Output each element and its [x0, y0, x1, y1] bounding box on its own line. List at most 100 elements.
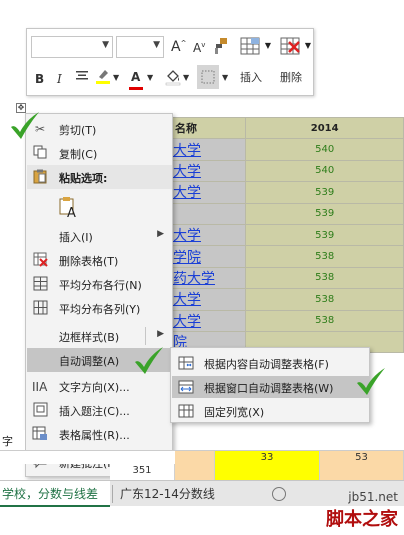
- excel-cell[interactable]: 33: [215, 451, 320, 465]
- submenu-item-autofit-window[interactable]: 根据窗口自动调整表格(W): [172, 376, 369, 398]
- value-cell[interactable]: 539: [245, 181, 404, 204]
- autofit-contents-icon: [178, 355, 194, 371]
- header-name-cell[interactable]: 名称: [159, 116, 247, 140]
- menu-item-copy[interactable]: 复制(C): [27, 141, 172, 165]
- chevron-down-icon[interactable]: ▼: [113, 73, 119, 82]
- bold-button[interactable]: B: [35, 72, 44, 86]
- autofit-submenu: 根据内容自动调整表格(F) 根据窗口自动调整表格(W) 固定列宽(X): [170, 347, 370, 423]
- name-cell[interactable]: 学院: [159, 245, 247, 268]
- font-color-button[interactable]: A: [131, 70, 140, 84]
- svg-text:IIA: IIA: [32, 380, 48, 394]
- delete-button[interactable]: ▼ 删除: [273, 33, 311, 93]
- menu-item-label: 插入(I): [59, 231, 93, 244]
- svg-text:A: A: [67, 206, 76, 218]
- table-row: 大学 539: [159, 181, 404, 204]
- submenu-arrow-icon: ▶: [157, 329, 164, 339]
- menu-item-delete-table[interactable]: 删除表格(T): [27, 248, 172, 272]
- grow-font-button[interactable]: A^: [171, 39, 186, 55]
- word-tab-fragment[interactable]: 字: [0, 430, 25, 450]
- chevron-down-icon[interactable]: ▼: [147, 73, 153, 82]
- table-row: 药大学 538: [159, 266, 404, 290]
- excel-cell[interactable]: [175, 464, 215, 480]
- fixed-column-width-icon: [178, 403, 194, 419]
- distribute-rows-icon: [32, 276, 48, 292]
- name-cell[interactable]: [159, 202, 247, 225]
- sheet-tab-bar: 学校，分数与线差 广东12-14分数线: [0, 480, 404, 507]
- insert-button[interactable]: ▼ 插入: [233, 33, 271, 93]
- value-cell[interactable]: 540: [245, 159, 404, 183]
- excel-cell[interactable]: [320, 464, 404, 480]
- excel-cell[interactable]: [175, 451, 215, 465]
- excel-row: 33 53: [0, 450, 404, 465]
- excel-cell[interactable]: [215, 464, 320, 480]
- tab-divider: [112, 485, 113, 503]
- name-cell[interactable]: 大学: [159, 288, 247, 311]
- checkmark-annotation-icon: [135, 347, 163, 374]
- menu-item-label: 粘贴选项:: [59, 172, 108, 185]
- word-table: 名称 2014 大学 540 大学 540 大学 539 539 大学 539 学院 53…: [159, 116, 404, 354]
- excel-cell[interactable]: 351: [110, 464, 175, 480]
- value-cell[interactable]: 539: [245, 223, 404, 247]
- chevron-down-icon: ▼: [304, 41, 311, 50]
- delete-label: 删除: [280, 71, 302, 84]
- menu-item-distribute-columns[interactable]: 平均分布各列(Y): [27, 296, 172, 320]
- delete-table-icon: [32, 252, 48, 268]
- sheet-tab[interactable]: 广东12-14分数线: [120, 481, 240, 507]
- menu-item-label: 删除表格(T): [59, 255, 119, 268]
- highlight-icon[interactable]: [95, 67, 111, 88]
- value-cell[interactable]: 538: [245, 288, 404, 311]
- name-cell[interactable]: 大学: [159, 159, 247, 183]
- menu-item-table-properties[interactable]: 表格属性(R)...: [27, 422, 172, 446]
- insert-table-icon: [240, 37, 260, 55]
- menu-item-insert[interactable]: 插入(I) ▶: [27, 224, 172, 248]
- menu-item-insert-caption[interactable]: 插入题注(C)...: [27, 398, 172, 422]
- name-cell[interactable]: 大学: [159, 223, 247, 247]
- name-cell[interactable]: 大学: [159, 138, 247, 161]
- name-cell[interactable]: 药大学: [159, 266, 247, 290]
- paste-keep-text-icon: A: [59, 196, 79, 221]
- menu-item-label: 插入题注(C)...: [59, 405, 130, 418]
- table-row: 大学 539: [159, 223, 404, 247]
- chevron-down-icon[interactable]: ▼: [183, 73, 189, 82]
- excel-cell[interactable]: 53: [320, 451, 404, 465]
- submenu-item-autofit-contents[interactable]: 根据内容自动调整表格(F): [172, 352, 369, 374]
- submenu-item-label: 根据内容自动调整表格(F): [204, 358, 329, 371]
- grow-font-label: A: [171, 39, 181, 55]
- menu-item-label: 文字方向(X)...: [59, 381, 130, 394]
- value-cell[interactable]: 538: [245, 266, 404, 290]
- value-cell[interactable]: 538: [245, 309, 404, 332]
- value-cell[interactable]: 539: [245, 202, 404, 225]
- shrink-font-button[interactable]: Av: [193, 41, 205, 55]
- chevron-down-icon[interactable]: ▼: [222, 73, 228, 82]
- watermark-logo: 脚本之家: [326, 509, 398, 530]
- menu-item-label: 剪切(T): [59, 124, 97, 137]
- split-divider: [145, 327, 146, 345]
- font-name-combo[interactable]: ▼: [31, 36, 113, 58]
- delete-table-icon: [280, 37, 300, 55]
- header-year-cell[interactable]: 2014: [245, 116, 404, 140]
- insert-caption-icon: [32, 402, 48, 418]
- shading-bucket-icon[interactable]: [165, 68, 181, 89]
- name-cell[interactable]: 大学: [159, 181, 247, 204]
- submenu-item-fixed-column-width[interactable]: 固定列宽(X): [172, 400, 369, 422]
- borders-icon[interactable]: [197, 65, 219, 89]
- menu-item-label: 平均分布各行(N): [59, 279, 142, 292]
- menu-item-cut[interactable]: ✂ 剪切(T): [27, 117, 172, 141]
- menu-item-text-direction[interactable]: IIA 文字方向(X)...: [27, 374, 172, 398]
- italic-button[interactable]: I: [57, 72, 62, 86]
- shrink-font-label: A: [193, 41, 202, 55]
- paste-keep-text-only-button[interactable]: A: [27, 192, 172, 222]
- menu-item-distribute-rows[interactable]: 平均分布各行(N): [27, 272, 172, 296]
- format-painter-icon[interactable]: [213, 37, 229, 58]
- table-row: 大学 540: [159, 159, 404, 183]
- value-cell[interactable]: 540: [245, 138, 404, 161]
- mini-toolbar: ▼ ▼ A^ Av B I ▼ A ▼ ▼ ▼ ▼ 插入 ▼ 删除: [26, 28, 314, 96]
- chevron-down-icon: ▼: [264, 41, 271, 50]
- sheet-tab-active[interactable]: 学校，分数与线差: [0, 481, 110, 507]
- font-size-combo[interactable]: ▼: [116, 36, 164, 58]
- add-sheet-icon[interactable]: [272, 487, 286, 501]
- name-cell[interactable]: 大学: [159, 309, 247, 332]
- excel-row: 351: [0, 464, 404, 480]
- center-align-icon[interactable]: [75, 69, 89, 86]
- value-cell[interactable]: 538: [245, 245, 404, 268]
